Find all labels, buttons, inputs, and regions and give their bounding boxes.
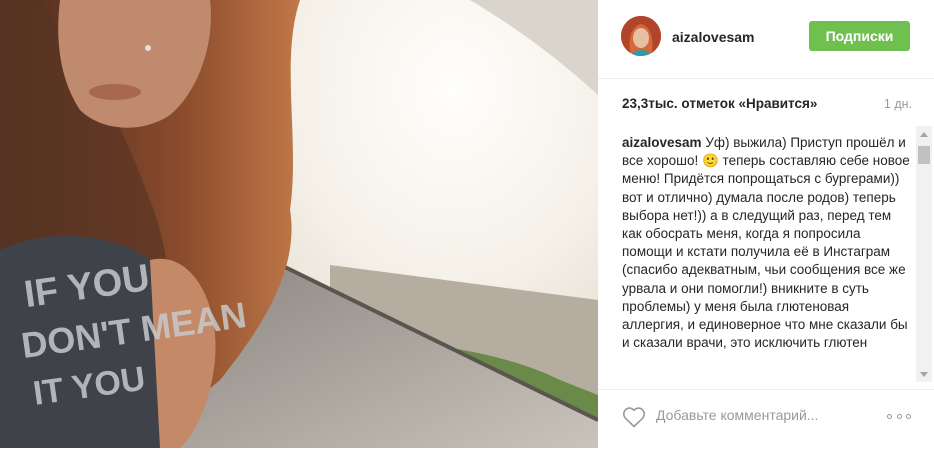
- avatar-image: [621, 16, 661, 56]
- post-timestamp[interactable]: 1 дн.: [884, 97, 912, 111]
- scroll-up-arrow-icon[interactable]: [916, 126, 932, 142]
- dot-icon: [906, 414, 911, 419]
- post-username[interactable]: aizalovesam: [672, 29, 755, 45]
- dot-icon: [896, 414, 902, 419]
- caption: aizalovesam Уф) выжила) Приступ прошёл и…: [622, 134, 914, 352]
- comments-scrollbar[interactable]: [916, 126, 932, 382]
- caption-text: Уф) выжила) Приступ прошёл и все хорошо!…: [622, 135, 910, 351]
- caption-author[interactable]: aizalovesam: [622, 135, 702, 150]
- likes-count[interactable]: 23,3тыс. отметок «Нравится»: [622, 96, 817, 111]
- more-options-icon[interactable]: [887, 414, 911, 420]
- photo-illustration: IF YOU DON'T MEAN IT YOU: [0, 0, 598, 448]
- scroll-down-arrow-icon[interactable]: [916, 366, 932, 382]
- post-side-panel: aizalovesam Подписки 23,3тыс. отметок «Н…: [598, 0, 934, 448]
- dot-icon: [887, 414, 892, 419]
- comment-input[interactable]: [656, 404, 856, 426]
- heart-icon[interactable]: [622, 406, 646, 428]
- comment-bar: [598, 389, 934, 449]
- scrollbar-thumb[interactable]: [918, 146, 930, 164]
- likes-row: 23,3тыс. отметок «Нравится» 1 дн.: [622, 96, 912, 116]
- follow-button[interactable]: Подписки: [809, 21, 910, 51]
- post-photo[interactable]: IF YOU DON'T MEAN IT YOU: [0, 0, 598, 448]
- avatar[interactable]: [621, 16, 661, 56]
- comments-list[interactable]: aizalovesam Уф) выжила) Приступ прошёл и…: [622, 134, 914, 380]
- post-header: aizalovesam Подписки: [598, 0, 934, 79]
